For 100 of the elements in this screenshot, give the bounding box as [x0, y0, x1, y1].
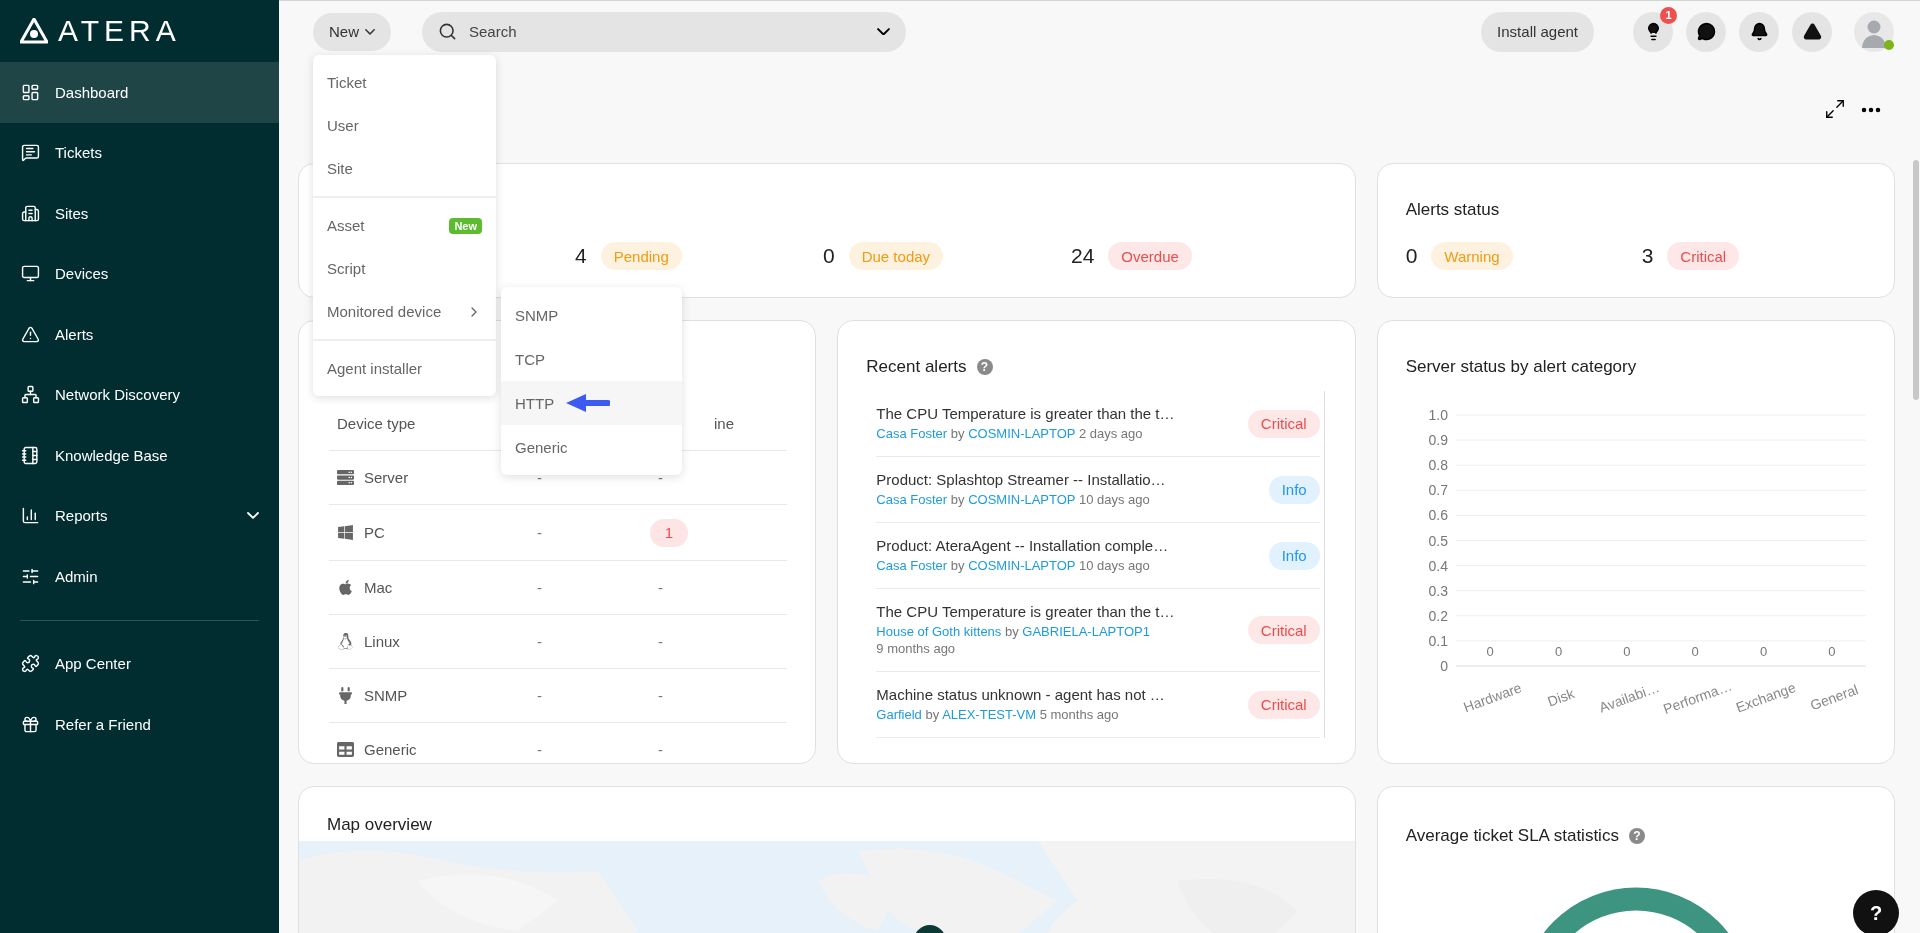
- sidebar-item[interactable]: App Center: [0, 633, 279, 694]
- table-cell: -: [658, 469, 663, 486]
- expand-icon[interactable]: [1824, 98, 1846, 120]
- penguin-icon: [337, 633, 354, 650]
- axis-tick-label: 0.3: [1428, 582, 1448, 599]
- sidebar-item[interactable]: Refer a Friend: [0, 694, 279, 755]
- sidebar-item[interactable]: Dashboard: [0, 62, 279, 123]
- by-text: by: [1004, 624, 1019, 639]
- alert-title: The CPU Temperature is greater than the t…: [876, 405, 1176, 422]
- menu-item[interactable]: Script: [313, 247, 496, 290]
- bell-icon: [1749, 22, 1769, 41]
- alerts-button[interactable]: [1792, 11, 1832, 52]
- device-link[interactable]: COSMIN-LAPTOP: [968, 492, 1076, 507]
- site-link[interactable]: Garfield: [876, 707, 922, 722]
- sidebar-item[interactable]: Alerts: [0, 304, 279, 365]
- site-link[interactable]: Casa Foster: [876, 426, 948, 441]
- table-cell-text: -: [537, 687, 543, 704]
- sidebar-item[interactable]: Tickets: [0, 122, 279, 183]
- axis-tick-label: 0.9: [1428, 432, 1448, 449]
- puzzle-icon: [21, 654, 40, 674]
- card-title: Alerts status: [1405, 200, 1500, 220]
- help-icon[interactable]: ?: [976, 359, 993, 375]
- status-tag: Pending: [600, 242, 682, 270]
- stat-count: 3: [1641, 244, 1654, 268]
- count-badge: 1: [650, 518, 688, 547]
- install-agent-button[interactable]: Install agent: [1481, 11, 1594, 52]
- table-cell-text: -: [537, 633, 543, 650]
- notifications-button[interactable]: [1739, 11, 1779, 52]
- chat-icon: [1696, 22, 1716, 41]
- search-field[interactable]: Search: [467, 22, 867, 41]
- sidebar-item[interactable]: Sites: [0, 183, 279, 244]
- site-link[interactable]: House of Goth kittens: [876, 624, 1002, 639]
- sidebar-item[interactable]: Knowledge Base: [0, 425, 279, 486]
- table-cell: -: [658, 579, 663, 596]
- submenu-item[interactable]: SNMP: [501, 293, 682, 337]
- menu-item[interactable]: Ticket: [313, 61, 496, 104]
- sidebar-item[interactable]: Admin: [0, 546, 279, 607]
- bar-chart-icon: [21, 506, 40, 526]
- dashboard-icon: [21, 82, 40, 102]
- submenu-item[interactable]: HTTP: [501, 381, 682, 425]
- chevron-icon: [877, 27, 890, 36]
- column-header: ine: [713, 414, 736, 432]
- brand-name: ATERA: [58, 14, 181, 48]
- axis-tick-label: 0: [1439, 658, 1448, 674]
- building-icon: [21, 203, 40, 223]
- axis-tick-label: 1.0: [1428, 407, 1448, 423]
- notification-badge: 1: [1660, 6, 1677, 24]
- by-text: by: [950, 426, 965, 441]
- column-header: Device type: [336, 414, 417, 432]
- status-tag: Critical: [1667, 242, 1740, 270]
- network-icon: [21, 385, 40, 405]
- menu-item[interactable]: Asset New: [313, 204, 496, 247]
- menu-item[interactable]: Monitored device: [313, 290, 496, 333]
- sliders-icon: [21, 566, 40, 586]
- time-text: 10 days ago: [1078, 492, 1150, 507]
- device-link[interactable]: COSMIN-LAPTOP: [968, 426, 1076, 441]
- new-button[interactable]: New: [313, 12, 391, 51]
- site-link[interactable]: Casa Foster: [876, 558, 948, 573]
- severity-tag: Critical: [1247, 409, 1320, 438]
- scrollbar-thumb[interactable]: [1913, 160, 1919, 400]
- table-cell: Mac: [364, 579, 393, 596]
- status-tag: Due today: [848, 242, 944, 270]
- table-cell-text: -: [537, 524, 543, 541]
- by-text: by: [950, 558, 965, 573]
- arrow-icon: [564, 392, 611, 414]
- submenu-item[interactable]: Generic: [501, 425, 682, 469]
- axis-tick-label: 0.5: [1428, 532, 1448, 549]
- search-icon: [438, 22, 457, 41]
- table-cell: Linux: [364, 633, 400, 650]
- sidebar-item[interactable]: Network Discovery: [0, 364, 279, 425]
- by-text: by: [950, 492, 965, 507]
- axis-tick-label: 0.8: [1428, 457, 1448, 474]
- table-cell-text: -: [537, 579, 543, 596]
- search-bar[interactable]: Search: [422, 11, 906, 52]
- alert-title: Machine status unknown - agent has not …: [876, 686, 1166, 703]
- alert-title: The CPU Temperature is greater than the t…: [876, 603, 1176, 620]
- sidebar-item[interactable]: Devices: [0, 243, 279, 304]
- menu-item[interactable]: User: [313, 104, 496, 147]
- table-cell: -: [658, 741, 663, 758]
- notebook-icon: [21, 445, 40, 465]
- menu-item[interactable]: Site: [313, 147, 496, 190]
- chat-button[interactable]: [1686, 11, 1726, 52]
- gift-icon: [21, 714, 40, 734]
- device-link[interactable]: GABRIELA-LAPTOP1: [1022, 624, 1150, 639]
- table-cell-text: -: [537, 741, 543, 758]
- device-link[interactable]: ALEX-TEST-VM: [942, 707, 1037, 722]
- chevron-icon: [365, 28, 375, 35]
- sidebar-item[interactable]: Reports: [0, 485, 279, 546]
- submenu-item[interactable]: TCP: [501, 337, 682, 381]
- table-cell: SNMP: [364, 687, 408, 704]
- site-link[interactable]: Casa Foster: [876, 492, 948, 507]
- alert-title: Product: Splashtop Streamer -- Installatio…: [876, 471, 1167, 488]
- four-panes-icon: [337, 524, 354, 541]
- time-text: 5 months ago: [1039, 707, 1119, 722]
- help-icon[interactable]: ?: [1628, 828, 1645, 844]
- menu-item[interactable]: Agent installer: [313, 347, 496, 390]
- stat-count: 24: [1071, 244, 1095, 268]
- table-cell-text: -: [537, 469, 543, 486]
- alert-title: Product: AteraAgent -- Installation comple…: [876, 537, 1170, 554]
- device-link[interactable]: COSMIN-LAPTOP: [968, 558, 1076, 573]
